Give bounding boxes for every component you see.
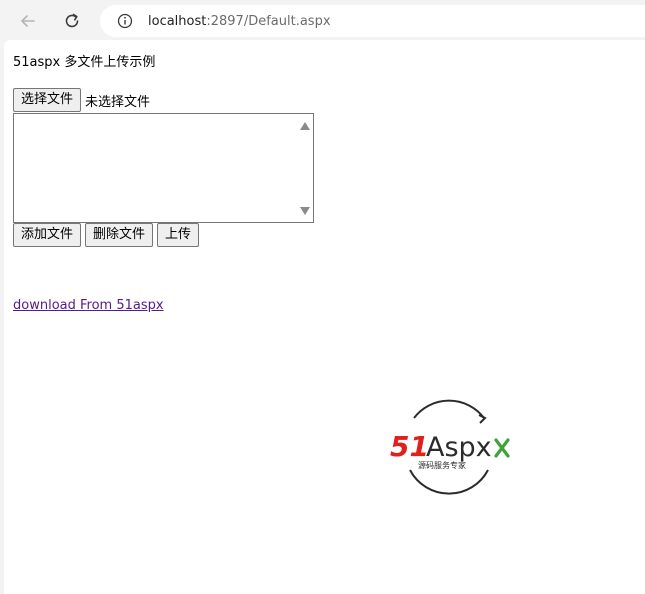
back-button[interactable]	[14, 7, 42, 35]
info-icon[interactable]	[116, 12, 134, 30]
scroll-up-arrow-icon[interactable]	[300, 122, 310, 130]
url-text: localhost:2897/Default.aspx	[148, 14, 331, 29]
browser-toolbar: localhost:2897/Default.aspx	[0, 0, 645, 40]
file-input[interactable]: 选择文件 未选择文件	[13, 88, 150, 112]
delete-file-button[interactable]: 删除文件	[85, 223, 154, 247]
arrow-left-icon	[21, 15, 35, 27]
logo-tagline: 源码服务专家	[418, 460, 466, 470]
page-title: 51aspx 多文件上传示例	[13, 55, 156, 70]
action-buttons: 添加文件 删除文件 上传	[13, 223, 200, 247]
add-file-button[interactable]: 添加文件	[13, 223, 82, 247]
logo-aspx-text: Aspx	[426, 432, 492, 463]
page-viewport: 51aspx 多文件上传示例 选择文件 未选择文件 添加文件 删除文件 上传 d…	[4, 40, 645, 594]
choose-file-button[interactable]: 选择文件	[13, 88, 82, 112]
file-listbox[interactable]	[13, 113, 314, 223]
address-bar[interactable]: localhost:2897/Default.aspx	[100, 5, 645, 37]
reload-icon	[65, 13, 79, 28]
url-host: localhost	[148, 13, 207, 29]
upload-button[interactable]: 上传	[157, 223, 200, 247]
reload-button[interactable]	[58, 7, 86, 35]
download-link[interactable]: download From 51aspx	[13, 298, 164, 313]
logo-51-text: 51	[390, 430, 429, 463]
51aspx-logo: 51 Aspx 源码服务专家	[390, 399, 510, 495]
no-file-selected-text: 未选择文件	[85, 94, 151, 110]
url-path: :2897/Default.aspx	[206, 13, 331, 29]
logo-x-mark	[494, 438, 510, 458]
scroll-down-arrow-icon[interactable]	[300, 207, 310, 215]
